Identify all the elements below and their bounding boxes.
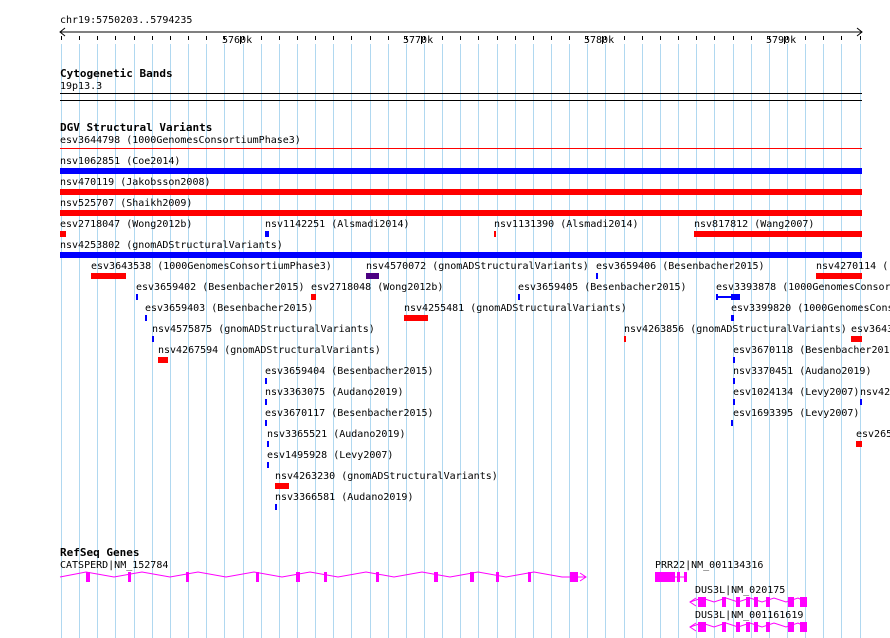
variant-label: esv265 [856,429,890,440]
variant-label: nsv4267594 (gnomADStructuralVariants) [158,345,381,356]
variant-bar-gain-loss[interactable] [366,273,379,279]
gene-model-catsperd[interactable] [58,570,590,584]
variant-bar-gain[interactable] [136,294,138,300]
variant-bar-gain[interactable] [265,231,269,237]
variant-label: esv3399820 (1000GenomesCons [731,303,890,314]
variant-label: nsv4263856 (gnomADStructuralVariants) [624,324,847,335]
variant-label: nsv817812 (Wang2007) [694,219,815,230]
variant-label: nsv4270114 ( [816,261,889,272]
variant-bar-loss[interactable] [158,357,168,363]
cytoband-bar-bottom [60,100,862,101]
variant-bar-gain-split[interactable] [716,294,740,300]
variant-bar-loss[interactable] [404,315,428,321]
variant-bar-gain[interactable] [152,336,154,342]
variant-label: esv3659404 (Besenbacher2015) [265,366,434,377]
variant-label: esv3643 [851,324,890,335]
gene-model-dus3l-nm001161619[interactable] [688,620,810,634]
variant-label: nsv425 [860,387,890,398]
variant-bar-loss[interactable] [816,273,862,279]
variant-bar-loss[interactable] [856,441,862,447]
variant-label: nsv1131390 (Alsmadi2014) [494,219,639,230]
location-label: chr19:5750203..5794235 [60,15,193,26]
variant-label: nsv3363075 (Audano2019) [265,387,404,398]
variant-label: esv3659406 (Besenbacher2015) [596,261,765,272]
variant-label: nsv4253802 (gnomADStructuralVariants) [60,240,283,251]
variant-bar-gain[interactable] [60,252,862,258]
variant-label: esv2718047 (Wong2012b) [60,219,193,230]
variant-bar-gain[interactable] [145,315,147,321]
refseq-track-title[interactable]: RefSeq Genes [60,547,139,559]
variant-bar-gain[interactable] [265,420,267,426]
variant-bar-loss[interactable] [60,210,862,216]
variant-label: esv3393878 (1000GenomesConsor [716,282,890,293]
dgv-track-title[interactable]: DGV Structural Variants [60,122,212,134]
genome-browser-view[interactable]: chr19:5750203..5794235 5760k 5770k 5780k… [0,0,890,638]
variant-label: nsv525707 (Shaikh2009) [60,198,193,209]
variant-bar-gain[interactable] [733,357,735,363]
variant-bar-gain[interactable] [275,504,277,510]
variant-label: nsv4255481 (gnomADStructuralVariants) [404,303,627,314]
variant-label: esv1495928 (Levy2007) [267,450,394,461]
variant-label: esv3659403 (Besenbacher2015) [145,303,314,314]
variant-bar-gain[interactable] [596,273,598,279]
variant-bar-loss[interactable] [311,294,316,300]
variant-label: esv1024134 (Levy2007) [733,387,860,398]
grid-lines [61,44,861,638]
variant-bar-gain[interactable] [733,399,735,405]
ruler-tick-marks [61,36,861,44]
variant-label: nsv470119 (Jakobsson2008) [60,177,211,188]
variant-bar-gain[interactable] [267,462,269,468]
variant-label: nsv4570072 (gnomADStructuralVariants) [366,261,589,272]
variant-bar-loss[interactable] [60,148,862,149]
variant-bar-gain[interactable] [731,315,734,321]
variant-label: nsv1062851 (Coe2014) [60,156,181,167]
variant-label: nsv4263230 (gnomADStructuralVariants) [275,471,498,482]
variant-label: nsv4575875 (gnomADStructuralVariants) [152,324,375,335]
variant-bar-loss[interactable] [624,336,626,342]
variant-label: nsv3366581 (Audano2019) [275,492,414,503]
variant-bar-loss[interactable] [275,483,289,489]
variant-bar-gain[interactable] [733,378,735,384]
cytoband-track-title[interactable]: Cytogenetic Bands [60,68,173,80]
cytoband-label: 19p13.3 [60,81,103,92]
variant-label: esv3659402 (Besenbacher2015) [136,282,305,293]
variant-label: esv1693395 (Levy2007) [733,408,860,419]
cytoband-bar-top[interactable] [60,93,862,94]
variant-label: esv2718048 (Wong2012b) [311,282,444,293]
variant-bar-loss[interactable] [91,273,126,279]
variant-bar-gain[interactable] [860,399,862,405]
variant-bar-loss[interactable] [851,336,862,342]
variant-bar-gain[interactable] [265,399,267,405]
variant-bar-loss[interactable] [60,189,862,195]
variant-label: esv3670118 (Besenbacher2015 [733,345,890,356]
variant-label: esv3643538 (1000GenomesConsortiumPhase3) [91,261,332,272]
variant-label: esv3659405 (Besenbacher2015) [518,282,687,293]
gene-model-dus3l-nm020175[interactable] [688,595,810,609]
variant-label: nsv1142251 (Alsmadi2014) [265,219,410,230]
variant-bar-loss[interactable] [60,231,66,237]
variant-bar-gain[interactable] [60,168,862,174]
variant-bar-gain[interactable] [267,441,269,447]
variant-label: nsv3365521 (Audano2019) [267,429,406,440]
gene-model-prr22[interactable] [655,570,689,584]
variant-bar-gain[interactable] [265,378,267,384]
variant-bar-gain[interactable] [731,420,733,426]
variant-bar-loss[interactable] [694,231,862,237]
variant-label: esv3644798 (1000GenomesConsortiumPhase3) [60,135,301,146]
variant-label: esv3670117 (Besenbacher2015) [265,408,434,419]
variant-label: nsv3370451 (Audano2019) [733,366,872,377]
variant-bar-loss[interactable] [494,231,496,237]
variant-bar-gain[interactable] [518,294,520,300]
